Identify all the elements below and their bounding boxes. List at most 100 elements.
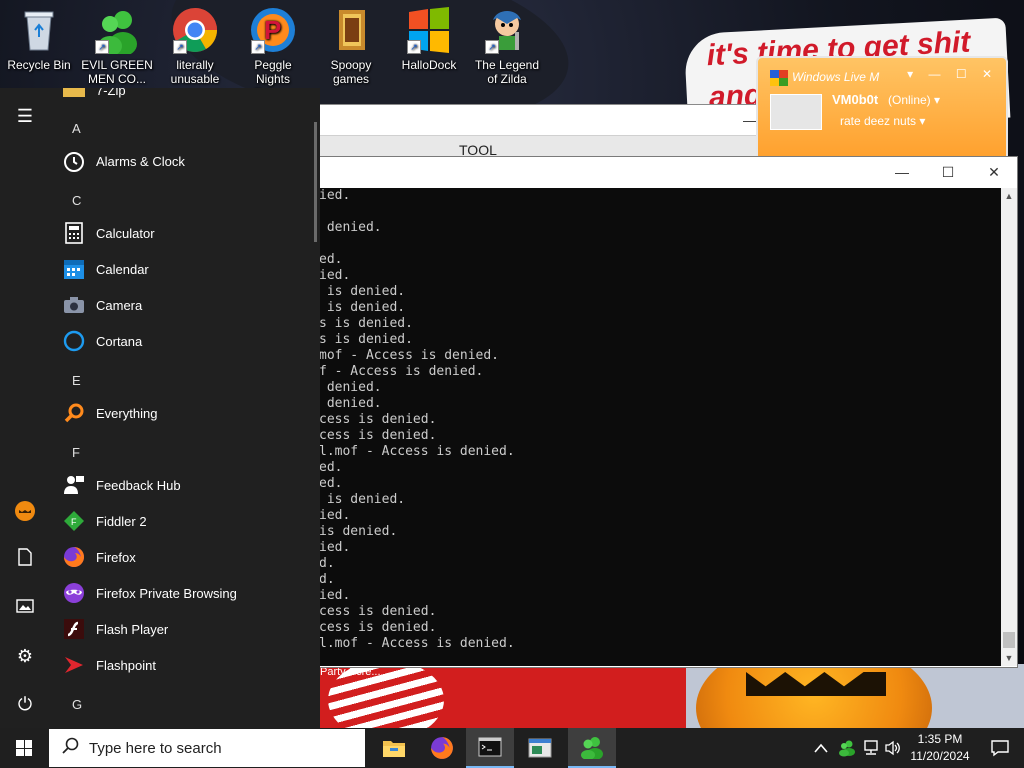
desktop-icon-hallodock[interactable]: ↗ HalloDock xyxy=(392,4,466,72)
taskbar-firefox[interactable] xyxy=(418,728,466,768)
power-icon[interactable]: ⏻ xyxy=(13,692,37,716)
desktop-icon-chrome[interactable]: ↗ literally unusable xyxy=(158,4,232,86)
start-button[interactable] xyxy=(0,728,48,768)
firefox-icon xyxy=(62,545,86,569)
app-list: 7-Zip A Alarms & Clock C Calculator Cale… xyxy=(50,88,312,728)
pictures-icon[interactable] xyxy=(13,596,37,620)
console-output[interactable]: ied. denied. ed. ied. is denied. is deni… xyxy=(319,188,1001,666)
messenger-window[interactable]: Windows Live M ▾ — ☐ ✕ VM0b0t (Online) ▾… xyxy=(756,56,1008,170)
app-label: Fiddler 2 xyxy=(96,513,147,529)
flash-player-icon xyxy=(62,617,86,641)
start-rail: ☰ ⚙ ⏻ xyxy=(0,88,50,728)
scrollbar[interactable]: ▲ ▼ xyxy=(1001,188,1017,666)
feedback-hub-icon xyxy=(62,473,86,497)
app-label: Feedback Hub xyxy=(96,477,181,493)
app-alarms-clock[interactable]: Alarms & Clock xyxy=(62,143,312,179)
app-everything[interactable]: Everything xyxy=(62,395,312,431)
app-label: Firefox xyxy=(96,549,136,565)
desktop-icon-recycle-bin[interactable]: Recycle Bin xyxy=(2,4,76,72)
app-label: 7-Zip xyxy=(96,88,126,98)
app-label: Flash Player xyxy=(96,621,169,637)
avatar[interactable] xyxy=(770,94,822,130)
app-flashpoint[interactable]: Flashpoint xyxy=(62,647,312,683)
app-flash-player[interactable]: Flash Player xyxy=(62,611,312,647)
window-app-icon xyxy=(528,738,552,758)
group-letter-f[interactable]: F xyxy=(72,445,80,460)
app-fiddler[interactable]: F Fiddler 2 xyxy=(62,503,312,539)
calculator-icon xyxy=(62,221,86,245)
group-letter-g[interactable]: G xyxy=(72,697,82,712)
console-text: ied. denied. ed. ied. is denied. is deni… xyxy=(319,188,515,651)
desktop-icon-peggle[interactable]: P ↗ Peggle Nights Deluxe xyxy=(236,4,310,100)
maximize-button[interactable]: ☐ xyxy=(925,157,971,187)
app-firefox-private[interactable]: Firefox Private Browsing xyxy=(62,575,312,611)
app-calculator[interactable]: Calculator xyxy=(62,215,312,251)
folder-icon xyxy=(62,88,86,102)
taskbar-messenger[interactable] xyxy=(568,728,616,768)
documents-icon[interactable] xyxy=(13,548,37,572)
clock-date: 11/20/2024 xyxy=(910,749,970,763)
group-letter-c[interactable]: C xyxy=(72,193,81,208)
firefox-icon xyxy=(431,737,453,759)
windows-flag-icon: ↗ xyxy=(405,6,453,54)
app-label: Calendar xyxy=(96,261,149,277)
title-bar[interactable]: — ☐ ✕ xyxy=(319,157,1017,187)
shortcut-arrow-icon: ↗ xyxy=(95,40,109,54)
personal-message[interactable]: rate deez nuts ▾ xyxy=(840,114,925,128)
app-cortana[interactable]: Cortana xyxy=(62,323,312,359)
group-letter-a[interactable]: A xyxy=(72,121,81,136)
app-label: Calculator xyxy=(96,225,155,241)
taskbar-window-app[interactable] xyxy=(516,728,564,768)
shortcut-arrow-icon: ↗ xyxy=(407,40,421,54)
desktop-icon-label: Recycle Bin xyxy=(7,58,71,72)
start-menu-scrollbar[interactable] xyxy=(314,122,317,242)
taskbar-command-prompt[interactable] xyxy=(466,728,514,768)
show-hidden-icons-icon[interactable] xyxy=(814,728,828,768)
app-label: Everything xyxy=(96,405,158,421)
app-label: Camera xyxy=(96,297,143,313)
hamburger-menu-icon[interactable]: ☰ xyxy=(13,104,37,128)
group-letter-e[interactable]: E xyxy=(72,373,81,388)
app-calendar[interactable]: Calendar xyxy=(62,251,312,287)
scroll-up-icon[interactable]: ▲ xyxy=(1001,188,1017,204)
shortcut-arrow-icon: ↗ xyxy=(173,40,187,54)
volume-icon[interactable] xyxy=(884,728,902,768)
notifications-icon[interactable] xyxy=(980,728,1020,768)
camera-icon xyxy=(62,293,86,317)
scroll-thumb[interactable] xyxy=(1003,632,1015,648)
green-men-icon: ↗ xyxy=(93,6,141,56)
minimize-button[interactable]: — xyxy=(879,157,925,187)
messenger-tray-icon[interactable] xyxy=(838,728,856,768)
command-prompt-window[interactable]: — ☐ ✕ ied. denied. ed. ied. is denied. i… xyxy=(318,156,1018,668)
windows-logo-icon xyxy=(770,70,788,86)
desktop-icon-spoopy-games[interactable]: Spoopy games xyxy=(314,4,388,86)
system-clock[interactable]: 1:35 PM 11/20/2024 xyxy=(904,731,976,765)
messenger-icon xyxy=(581,737,603,759)
desktop-icon-legend-of-zilda[interactable]: ↗ The Legend of Zilda xyxy=(470,4,544,86)
status-dropdown[interactable]: (Online) ▾ xyxy=(888,93,940,107)
scroll-down-icon[interactable]: ▼ xyxy=(1001,650,1017,666)
pumpkin-mouth xyxy=(746,672,886,696)
app-7zip[interactable]: 7-Zip xyxy=(62,88,312,108)
clock-icon xyxy=(62,149,86,173)
close-button[interactable]: ✕ xyxy=(971,157,1017,187)
app-label: Firefox Private Browsing xyxy=(96,585,237,601)
search-box[interactable] xyxy=(48,728,366,768)
zilda-icon: ↗ xyxy=(483,6,531,54)
desktop-icon-evil-green-men[interactable]: ↗ EVIL GREEN MEN CO... xyxy=(80,4,154,86)
taskbar-file-explorer[interactable] xyxy=(370,728,418,768)
desktop-icon-label: HalloDock xyxy=(401,58,457,72)
app-firefox[interactable]: Firefox xyxy=(62,539,312,575)
app-feedback-hub[interactable]: Feedback Hub xyxy=(62,467,312,503)
settings-gear-icon[interactable]: ⚙ xyxy=(13,644,37,668)
start-menu: ☰ ⚙ ⏻ 7-Zip A Alarms & Clock C Calculato… xyxy=(0,88,320,728)
app-camera[interactable]: Camera xyxy=(62,287,312,323)
user-avatar-icon[interactable] xyxy=(13,500,37,524)
wallpaper-pumpkin xyxy=(686,638,1024,728)
shortcut-arrow-icon: ↗ xyxy=(251,40,265,54)
file-explorer-icon xyxy=(383,741,405,757)
messenger-controls[interactable]: ▾ — ☐ ✕ xyxy=(907,67,998,81)
fiddler-icon: F xyxy=(62,509,86,533)
network-icon[interactable] xyxy=(862,728,880,768)
search-input[interactable] xyxy=(87,738,351,758)
